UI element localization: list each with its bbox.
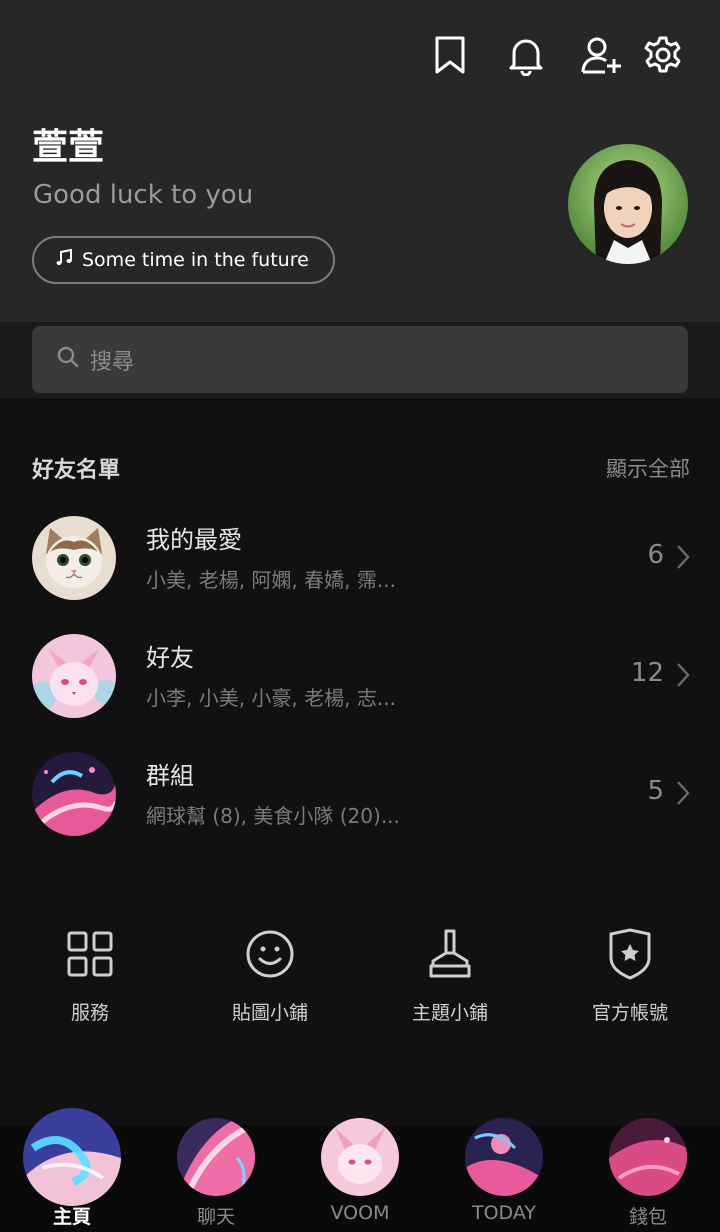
list-item-subtitle: 小美, 老楊, 阿嫻, 春嬌, 霈... xyxy=(146,568,396,592)
nav-today[interactable]: TODAY xyxy=(432,1118,576,1232)
service-item-official-accounts[interactable]: 官方帳號 xyxy=(540,924,720,1025)
nav-label: 聊天 xyxy=(196,1206,235,1228)
list-item-groups[interactable]: 群組 網球幫 (8), 美食小隊 (20)... 5 xyxy=(32,752,690,838)
nav-chat[interactable]: 聊天 xyxy=(144,1118,288,1232)
service-item-theme-shop[interactable]: 主題小鋪 xyxy=(360,924,540,1025)
wallet-tab-icon xyxy=(609,1118,687,1196)
profile-music-button[interactable]: Some time in the future xyxy=(32,236,335,284)
bell-icon[interactable] xyxy=(488,32,564,78)
service-label: 主題小鋪 xyxy=(411,1002,488,1024)
list-item-subtitle: 小李, 小美, 小豪, 老楊, 志... xyxy=(146,686,396,710)
nav-label: VOOM xyxy=(330,1202,390,1224)
bottom-nav: 主頁 聊天 VOOM TODAY 錢包 xyxy=(0,1108,720,1232)
list-item-title: 我的最愛 xyxy=(146,526,242,554)
voom-tab-icon xyxy=(321,1118,399,1196)
nav-wallet[interactable]: 錢包 xyxy=(576,1118,720,1232)
list-item-subtitle: 網球幫 (8), 美食小隊 (20)... xyxy=(146,804,400,828)
bookmark-icon[interactable] xyxy=(412,32,488,78)
music-note-icon xyxy=(54,248,74,273)
nav-label: 主頁 xyxy=(52,1206,91,1228)
chat-tab-icon xyxy=(177,1118,255,1196)
service-item-services[interactable]: 服務 xyxy=(0,924,180,1025)
today-tab-icon xyxy=(465,1118,543,1196)
nav-label: TODAY xyxy=(472,1202,536,1224)
music-label: Some time in the future xyxy=(82,249,309,271)
add-friend-icon[interactable] xyxy=(564,32,640,78)
gear-icon[interactable] xyxy=(640,32,686,78)
list-item-count: 6 xyxy=(647,540,664,570)
shield-star-icon xyxy=(540,924,720,984)
profile-avatar[interactable] xyxy=(568,144,688,264)
top-toolbar xyxy=(412,32,686,78)
section-title: 好友名單 xyxy=(32,458,121,483)
search-band: 搜尋 xyxy=(0,322,720,398)
nav-voom[interactable]: VOOM xyxy=(288,1118,432,1232)
grid-icon xyxy=(0,924,180,984)
smiley-icon xyxy=(180,924,360,984)
groups-thumbnail xyxy=(32,752,116,836)
chevron-right-icon xyxy=(676,662,690,692)
friends-thumbnail xyxy=(32,634,116,718)
status-message[interactable]: Good luck to you xyxy=(33,180,253,210)
list-item-favorites[interactable]: 我的最愛 小美, 老楊, 阿嫻, 春嬌, 霈... 6 xyxy=(32,516,690,602)
search-icon xyxy=(56,345,80,375)
search-placeholder: 搜尋 xyxy=(90,349,135,375)
list-item-count: 12 xyxy=(630,658,664,688)
chevron-right-icon xyxy=(676,780,690,810)
list-item-title: 好友 xyxy=(146,644,194,672)
list-item-friends[interactable]: 好友 小李, 小美, 小豪, 老楊, 志... 12 xyxy=(32,634,690,720)
home-tab-icon xyxy=(23,1108,121,1206)
profile-header: 萱萱 Good luck to you Some time in the fut… xyxy=(0,0,720,322)
nav-label: 錢包 xyxy=(628,1206,667,1228)
service-label: 服務 xyxy=(70,1002,109,1024)
search-input[interactable]: 搜尋 xyxy=(32,326,688,393)
profile-name[interactable]: 萱萱 xyxy=(32,118,104,170)
show-all-link[interactable]: 顯示全部 xyxy=(606,453,690,483)
nav-home[interactable]: 主頁 xyxy=(0,1108,144,1232)
list-item-count: 5 xyxy=(647,776,664,806)
chevron-right-icon xyxy=(676,544,690,574)
friends-section-header: 好友名單 顯示全部 xyxy=(32,452,690,484)
service-label: 官方帳號 xyxy=(591,1002,668,1024)
list-item-title: 群組 xyxy=(146,762,194,790)
brush-icon xyxy=(360,924,540,984)
favorites-thumbnail xyxy=(32,516,116,600)
service-label: 貼圖小鋪 xyxy=(231,1002,308,1024)
service-item-sticker-shop[interactable]: 貼圖小鋪 xyxy=(180,924,360,1025)
